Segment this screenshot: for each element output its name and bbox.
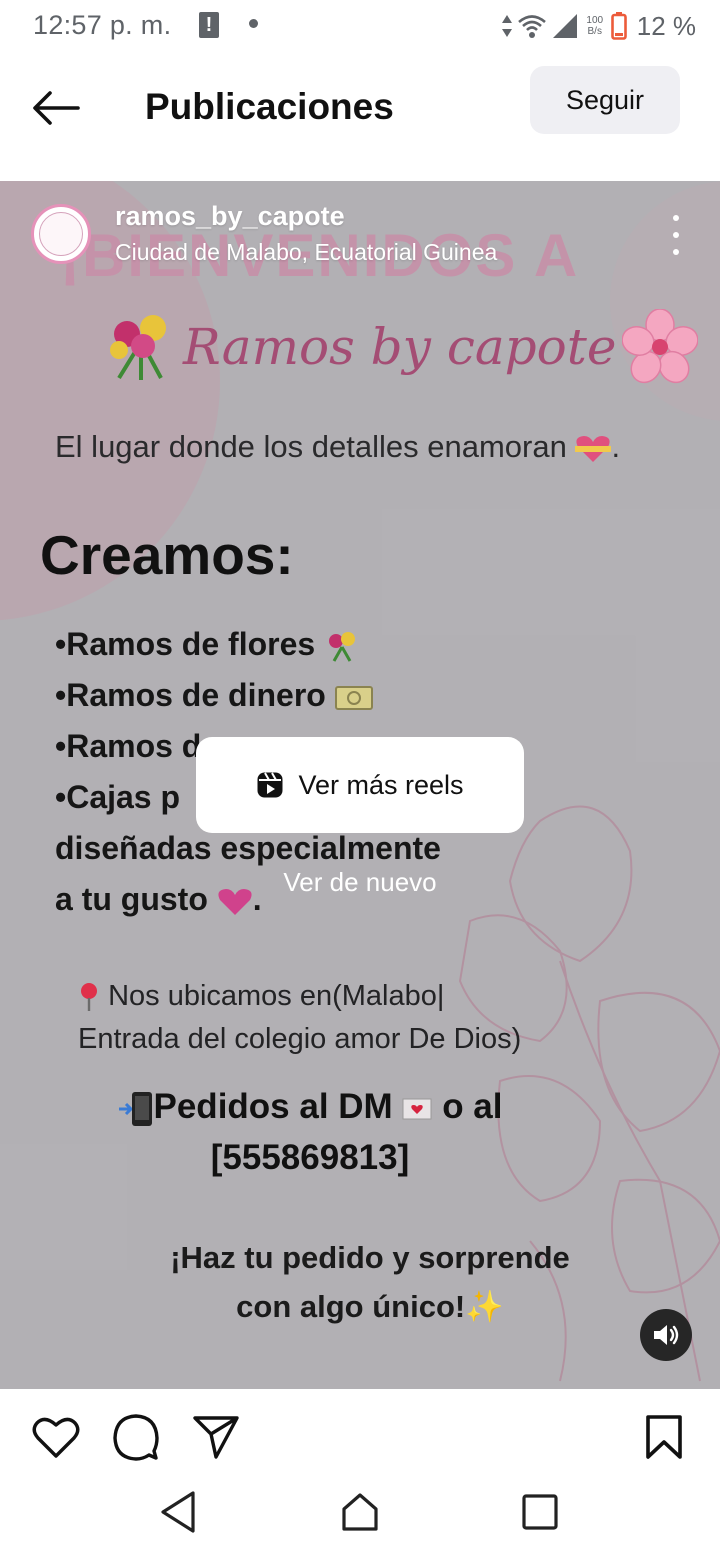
top-header: Publicaciones Seguir <box>0 52 720 180</box>
phone-arrow-icon <box>118 1091 152 1126</box>
service-item: •Ramos de dinero <box>55 670 441 721</box>
volume-icon <box>654 1325 679 1345</box>
net-speed: 100 B/s <box>586 15 604 37</box>
image-orders-text: Pedidos al DM o al [555869813] <box>0 1081 620 1183</box>
battery-percent: 12 % <box>636 10 696 41</box>
image-heading: Creamos: <box>40 524 294 586</box>
home-icon <box>342 1493 378 1531</box>
comment-button[interactable] <box>110 1411 162 1463</box>
reels-label: Ver más reels <box>298 769 464 800</box>
status-time: 12:57 p. m. <box>33 10 172 40</box>
money-emoji-icon <box>334 685 373 710</box>
more-dot-icon <box>673 215 679 221</box>
nav-back-button[interactable] <box>154 1488 202 1536</box>
cherry-blossom-icon <box>622 309 699 384</box>
arrow-left-icon <box>33 91 80 125</box>
like-button[interactable] <box>30 1411 82 1463</box>
see-more-reels-button[interactable]: Ver más reels <box>196 737 524 833</box>
follow-button[interactable]: Seguir <box>530 66 680 134</box>
status-indicators: 100 B/s 12 % <box>501 8 696 44</box>
save-button[interactable] <box>638 1411 690 1463</box>
wifi-icon <box>517 15 546 38</box>
alert-icon: ! <box>199 12 219 38</box>
avatar[interactable] <box>31 204 91 264</box>
image-cta-text: ¡Haz tu pedido y sorprende con algo únic… <box>170 1240 570 1324</box>
love-letter-icon <box>402 1098 432 1120</box>
status-bar: 12:57 p. m. ! 100 B/s 12 % <box>0 0 720 52</box>
system-nav-bar <box>0 1470 720 1560</box>
back-button[interactable] <box>28 80 84 136</box>
notification-dot-icon <box>249 19 258 28</box>
image-brand-row: Ramos by capote <box>105 309 699 385</box>
data-arrows-icon <box>501 15 512 37</box>
nav-recents-button[interactable] <box>516 1488 564 1536</box>
image-location-text: Nos ubicamos en(Malabo| Entrada del cole… <box>78 980 522 1055</box>
triangle-back-icon <box>161 1491 195 1533</box>
signal-icon <box>552 14 577 38</box>
more-dot-icon <box>673 249 679 255</box>
battery-low-icon <box>610 12 627 40</box>
bookmark-icon <box>646 1415 682 1459</box>
share-icon <box>193 1416 239 1459</box>
heart-icon <box>32 1417 80 1458</box>
heart-ribbon-icon <box>575 435 612 462</box>
post-media[interactable]: ¡BIENVENIDOS A Ramos by capote El lugar … <box>0 181 720 1389</box>
pin-icon <box>81 983 97 1012</box>
page-title: Publicaciones <box>145 86 394 127</box>
image-brand-text: Ramos by capote <box>183 318 617 376</box>
bouquet-emoji-icon <box>329 631 356 662</box>
post-location[interactable]: Ciudad de Malabo, Ecuatorial Guinea <box>115 239 497 266</box>
post-username[interactable]: ramos_by_capote <box>115 201 345 232</box>
watch-again-button[interactable]: Ver de nuevo <box>0 867 720 898</box>
share-button[interactable] <box>190 1411 242 1463</box>
sound-toggle-button[interactable] <box>640 1309 692 1361</box>
more-options-button[interactable] <box>662 215 690 255</box>
service-item: •Ramos de flores <box>55 619 441 670</box>
more-dot-icon <box>673 232 679 238</box>
bouquet-emoji-icon <box>110 315 166 380</box>
nav-home-button[interactable] <box>336 1488 384 1536</box>
square-recents-icon <box>522 1494 558 1530</box>
comment-icon <box>113 1414 159 1461</box>
image-tagline: El lugar donde los detalles enamoran . <box>55 429 621 464</box>
reels-icon <box>257 772 283 798</box>
avatar-logo-icon <box>39 212 83 256</box>
sparkles-icon: ✨ <box>465 1289 504 1324</box>
